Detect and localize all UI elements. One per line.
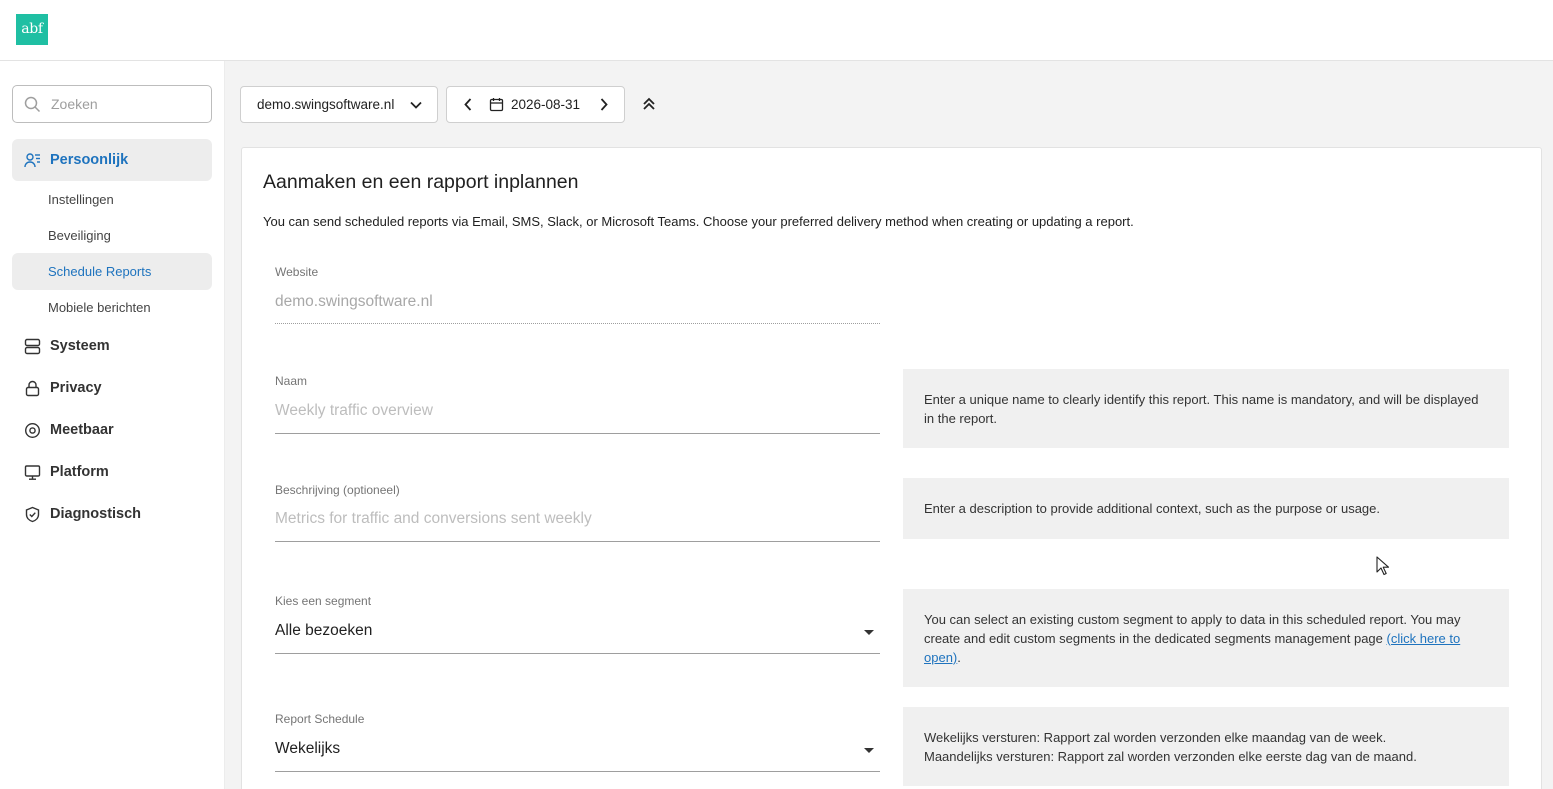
intro-text: You can send scheduled reports via Email…: [263, 214, 1134, 229]
description-help-text: Enter a description to provide additiona…: [924, 501, 1381, 516]
sidebar-subitem-mobile-messages[interactable]: Mobiele berichten: [12, 289, 212, 326]
sidebar-item-label: Privacy: [50, 380, 102, 396]
collapse-up-icon[interactable]: [641, 96, 657, 112]
date-selector[interactable]: 2026-08-31: [446, 86, 625, 123]
description-underline: [275, 541, 880, 542]
at-sign-icon: [24, 422, 41, 438]
segment-help-body: You can select an existing custom segmen…: [924, 611, 1461, 646]
search-icon: [24, 96, 41, 113]
description-field[interactable]: Beschrijving (optioneel) Metrics for tra…: [275, 483, 880, 543]
sidebar-subitem-label: Instellingen: [48, 192, 114, 207]
sidebar-item-label: Persoonlijk: [50, 152, 129, 168]
website-value: demo.swingsoftware.nl: [275, 293, 433, 310]
segment-underline: [275, 653, 880, 654]
sidebar-subitem-label: Mobiele berichten: [48, 300, 151, 315]
website-underline: [275, 323, 880, 324]
sidebar-item-measurable[interactable]: Meetbaar: [12, 409, 212, 451]
date-label: 2026-08-31: [511, 97, 581, 112]
user-settings-icon: [24, 152, 40, 167]
sidebar-item-diagnostic[interactable]: Diagnostisch: [12, 493, 212, 535]
schedule-help-text: Wekelijks versturen: Rapport zal worden …: [924, 728, 1417, 766]
website-field: Website demo.swingsoftware.nl: [275, 265, 880, 325]
site-selector[interactable]: demo.swingsoftware.nl: [240, 86, 438, 123]
lock-icon: [25, 380, 40, 396]
sidebar-item-personal[interactable]: Persoonlijk: [12, 139, 212, 181]
name-help: Enter a unique name to clearly identify …: [903, 369, 1509, 448]
caret-down-icon[interactable]: [864, 748, 874, 753]
schedule-help-monthly: Maandelijks versturen: Rapport zal worde…: [924, 748, 1417, 764]
mouse-cursor-icon: [1376, 556, 1390, 576]
name-input[interactable]: Weekly traffic overview: [275, 402, 880, 420]
caret-down-icon[interactable]: [864, 630, 874, 635]
server-icon: [24, 338, 41, 354]
description-help: Enter a description to provide additiona…: [903, 478, 1509, 539]
description-input[interactable]: Metrics for traffic and conversions sent…: [275, 510, 880, 528]
sidebar: Persoonlijk Instellingen Beveiliging Sch…: [0, 61, 225, 789]
logo[interactable]: abf: [16, 14, 48, 45]
main-content: demo.swingsoftware.nl 2026-08-31 Aanmake…: [225, 61, 1553, 789]
site-selector-label: demo.swingsoftware.nl: [257, 97, 395, 112]
schedule-report-card: Aanmaken en een rapport inplannen You ca…: [241, 147, 1542, 789]
segment-help-text: You can select an existing custom segmen…: [924, 610, 1488, 667]
schedule-underline: [275, 771, 880, 772]
segment-help: You can select an existing custom segmen…: [903, 589, 1509, 687]
schedule-help: Wekelijks versturen: Rapport zal worden …: [903, 707, 1509, 786]
top-bar: abf: [0, 0, 1553, 61]
website-label: Website: [275, 265, 319, 279]
chevron-left-icon[interactable]: [461, 97, 475, 112]
name-underline: [275, 433, 880, 434]
page-title: Aanmaken en een rapport inplannen: [263, 171, 579, 193]
sidebar-subitem-label: Beveiliging: [48, 228, 111, 243]
sidebar-subitem-security[interactable]: Beveiliging: [12, 217, 212, 254]
monitor-icon: [24, 464, 41, 480]
sidebar-item-label: Meetbaar: [50, 422, 114, 438]
sidebar-item-label: Platform: [50, 464, 109, 480]
sidebar-subitem-label: Schedule Reports: [48, 264, 152, 279]
search-input[interactable]: [51, 86, 207, 122]
name-label: Naam: [275, 374, 308, 388]
segment-value[interactable]: Alle bezoeken: [275, 622, 880, 640]
shield-check-icon: [25, 506, 40, 522]
segment-label: Kies een segment: [275, 594, 372, 608]
segment-help-end: .: [957, 649, 961, 665]
description-label: Beschrijving (optioneel): [275, 483, 400, 497]
sidebar-item-label: Diagnostisch: [50, 506, 142, 522]
name-field[interactable]: Naam Weekly traffic overview: [275, 374, 880, 435]
chevron-right-icon[interactable]: [597, 97, 611, 112]
sidebar-item-label: Systeem: [50, 338, 110, 354]
name-help-text: Enter a unique name to clearly identify …: [924, 391, 1479, 426]
schedule-select[interactable]: Report Schedule Wekelijks: [275, 712, 880, 773]
search-box[interactable]: [12, 85, 212, 123]
sidebar-item-system[interactable]: Systeem: [12, 325, 212, 367]
chevron-down-icon: [410, 101, 422, 109]
schedule-value[interactable]: Wekelijks: [275, 740, 880, 758]
segment-select[interactable]: Kies een segment Alle bezoeken: [275, 594, 880, 655]
sidebar-subitem-schedule-reports[interactable]: Schedule Reports: [12, 253, 212, 290]
sidebar-item-platform[interactable]: Platform: [12, 451, 212, 493]
calendar-icon: [489, 98, 504, 112]
schedule-help-weekly: Wekelijks versturen: Rapport zal worden …: [924, 729, 1387, 745]
schedule-label: Report Schedule: [275, 712, 365, 726]
sidebar-item-privacy[interactable]: Privacy: [12, 367, 212, 409]
sidebar-subitem-settings[interactable]: Instellingen: [12, 181, 212, 218]
